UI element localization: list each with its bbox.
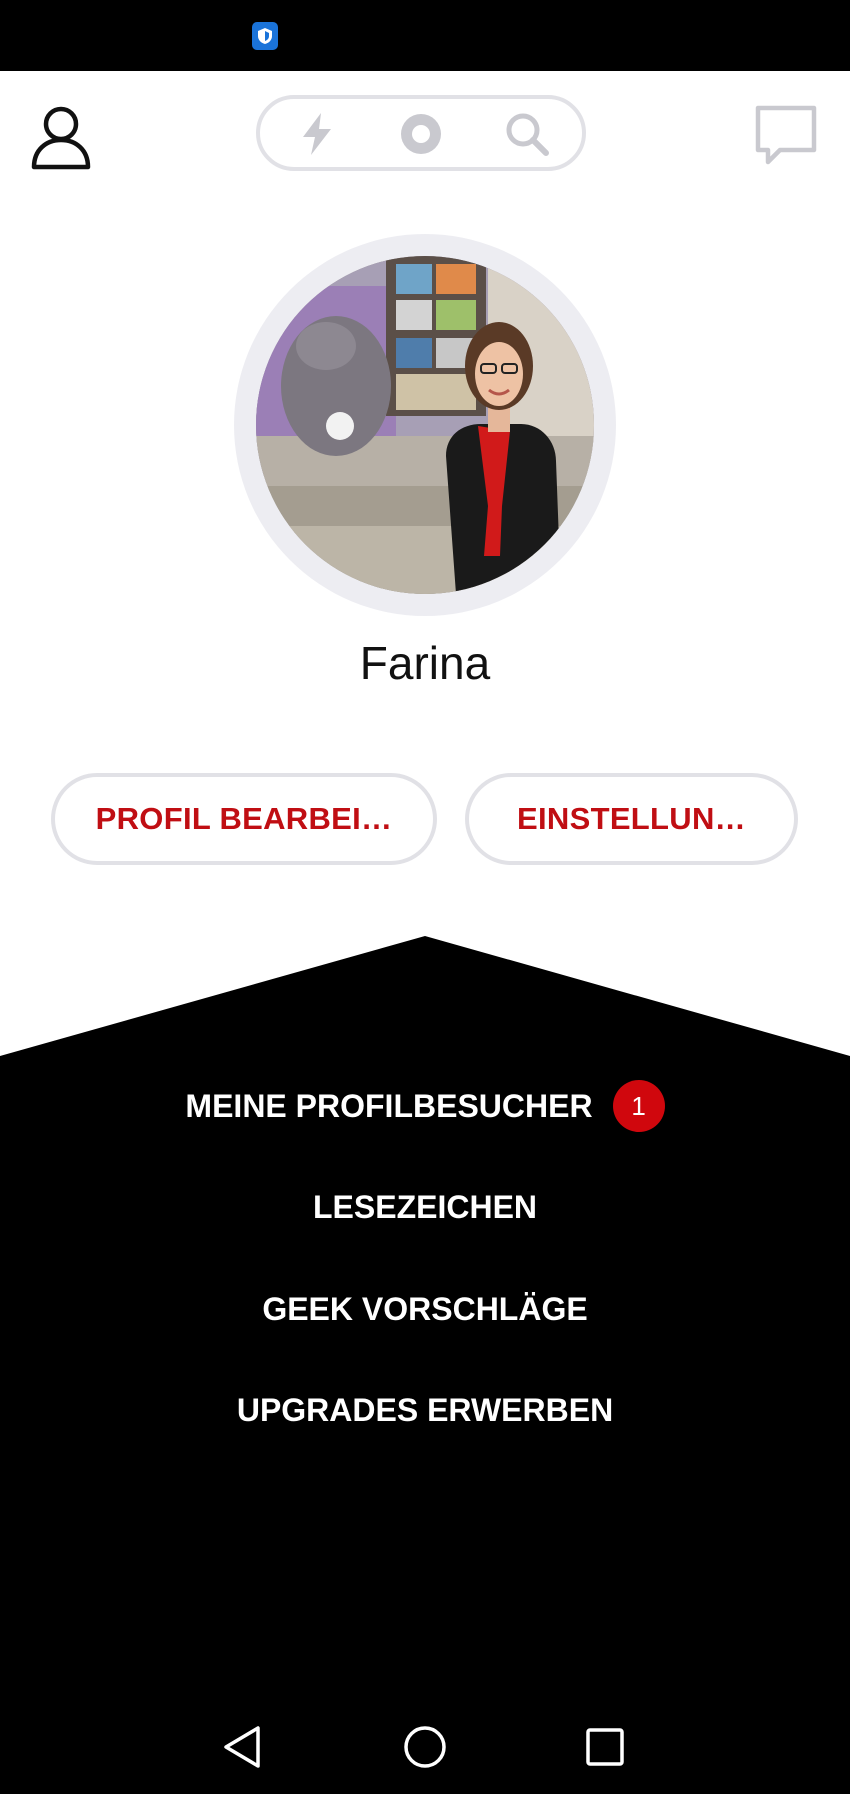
menu-panel — [0, 936, 850, 1794]
user-name: Farina — [359, 637, 491, 689]
system-nav-bar — [0, 1700, 850, 1794]
edit-profile-button[interactable]: PROFIL BEARBEI… — [51, 773, 437, 865]
avatar[interactable] — [256, 256, 594, 594]
user-icon[interactable] — [30, 104, 92, 170]
shield-icon — [252, 22, 278, 50]
menu-item-profile-visitors[interactable]: MEINE PROFILBESUCHER 1 — [0, 1076, 850, 1136]
circle-icon[interactable] — [398, 111, 444, 157]
menu-item-label: MEINE PROFILBESUCHER — [185, 1087, 593, 1124]
menu-item-geek-suggestions[interactable]: GEEK VORSCHLÄGE — [0, 1279, 850, 1339]
top-bar — [0, 71, 850, 201]
menu-item-label: UPGRADES ERWERBEN — [236, 1391, 614, 1428]
status-bar — [0, 0, 850, 71]
search-icon[interactable] — [504, 111, 550, 157]
back-icon[interactable] — [218, 1722, 268, 1772]
menu-item-label: GEEK VORSCHLÄGE — [262, 1290, 588, 1327]
lightning-icon[interactable] — [294, 111, 340, 157]
menu-item-label: LESEZEICHEN — [312, 1188, 538, 1225]
settings-button[interactable]: EINSTELLUN… — [465, 773, 798, 865]
menu-item-upgrades[interactable]: UPGRADES ERWERBEN — [0, 1380, 850, 1440]
mode-switcher — [256, 95, 586, 171]
recents-icon[interactable] — [580, 1722, 630, 1772]
home-icon[interactable] — [400, 1722, 450, 1772]
notification-badge: 1 — [612, 1080, 665, 1132]
menu-item-bookmarks[interactable]: LESEZEICHEN — [0, 1177, 850, 1237]
chat-icon[interactable] — [754, 104, 818, 168]
